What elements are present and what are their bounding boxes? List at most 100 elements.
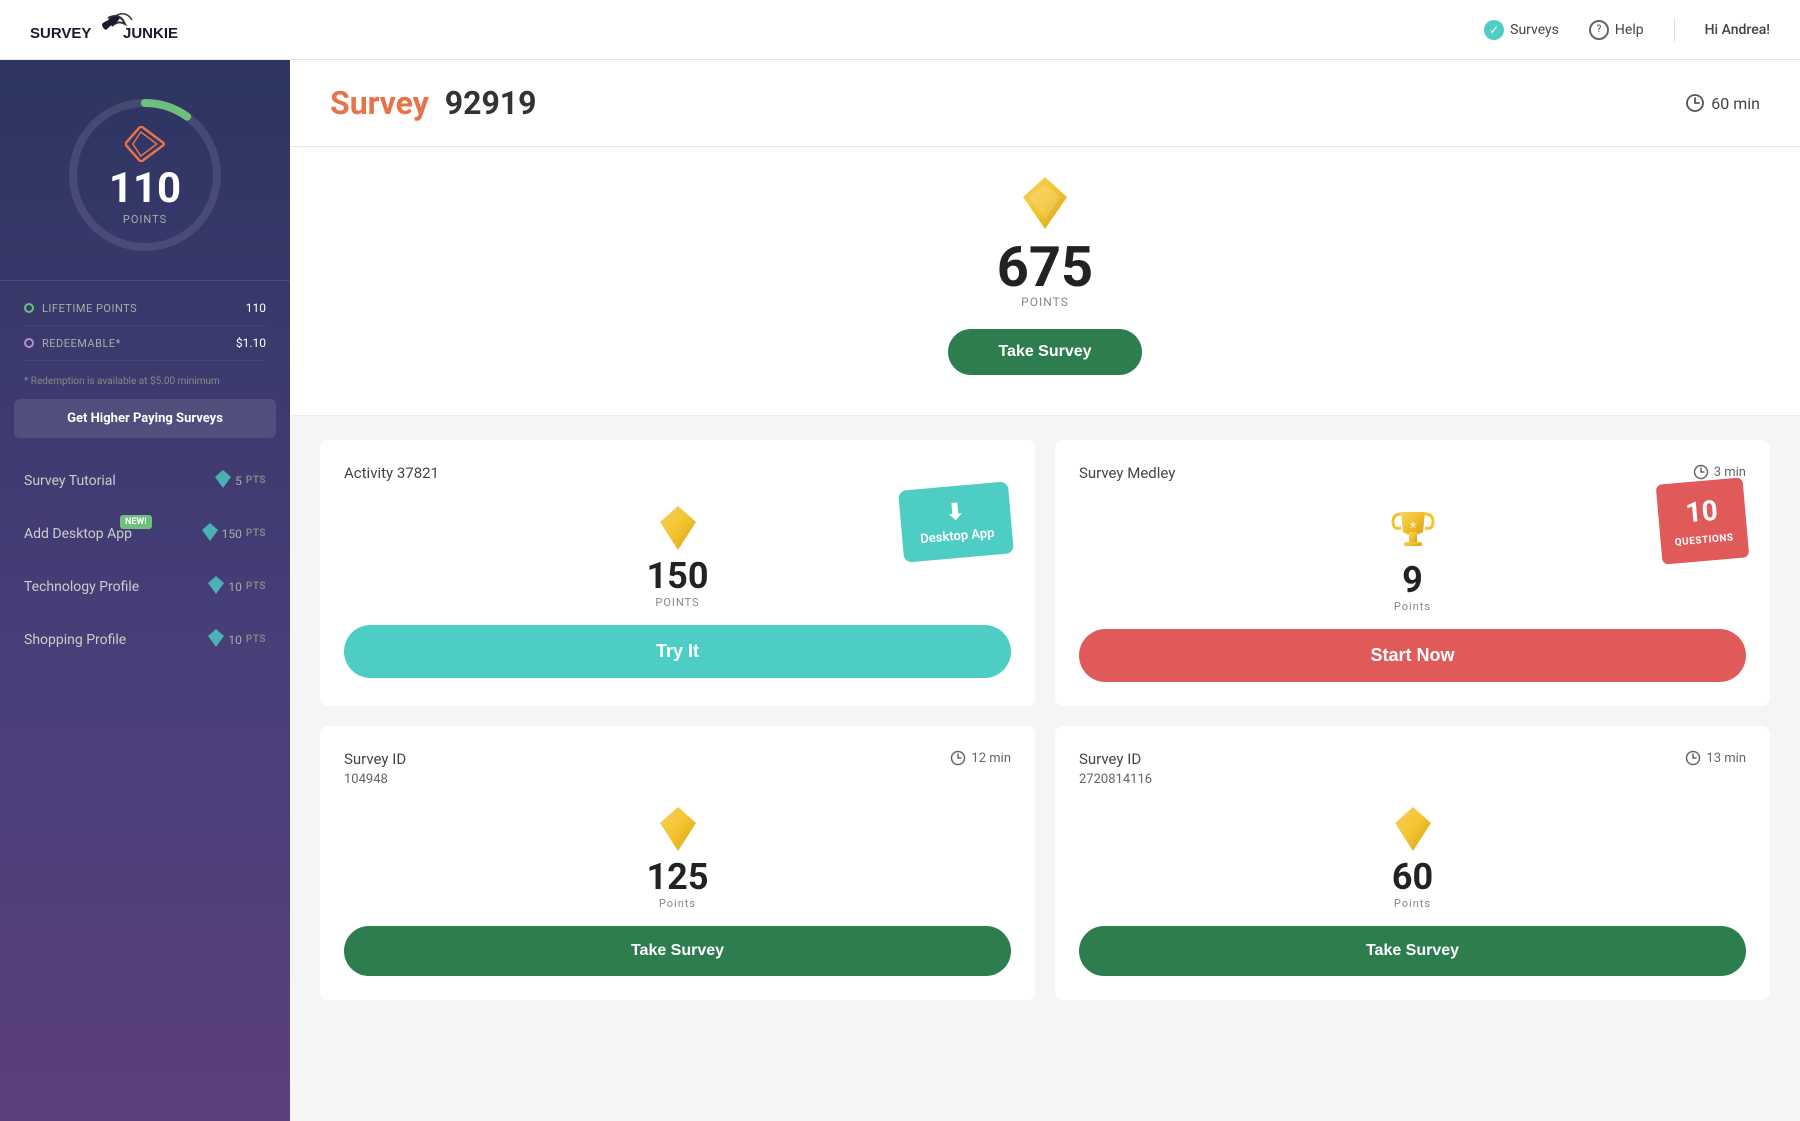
help-globe-icon: ? xyxy=(1589,20,1609,40)
medley-time-value: 3 min xyxy=(1714,465,1746,480)
redeemable-label: REDEEMABLE* xyxy=(24,337,121,350)
header-nav: ✓ Surveys ? Help Hi Andrea! xyxy=(1484,18,1770,42)
survey2-clock-icon xyxy=(1685,750,1701,766)
try-it-button[interactable]: Try It xyxy=(344,625,1011,678)
redemption-note: * Redemption is available at $5.00 minim… xyxy=(0,371,290,399)
surveys-nav-label: Surveys xyxy=(1510,22,1559,38)
shopping-label: Shopping Profile xyxy=(24,632,126,648)
survey2-card-title: Survey ID xyxy=(1079,750,1746,768)
sidebar: 110 POINTS LIFETIME POINTS 110 REDEEMABL… xyxy=(0,60,290,1121)
desktop-pts: 150 PTS xyxy=(202,523,266,544)
sidebar-item-shopping[interactable]: Shopping Profile 10 PTS xyxy=(0,613,290,666)
sidebar-diamond-icon xyxy=(127,124,163,164)
medley-trophy-icon: ★ xyxy=(1391,506,1435,554)
help-nav[interactable]: ? Help xyxy=(1589,20,1644,40)
survey-time: 60 min xyxy=(1685,93,1760,113)
clock-icon xyxy=(1685,93,1705,113)
survey1-card-points: 125 Points xyxy=(344,787,1011,926)
redeemable-value: $1.10 xyxy=(236,336,266,350)
activity-points-num: 150 xyxy=(647,558,709,594)
desktop-badge-text: Desktop App xyxy=(919,526,994,547)
sidebar-item-tech[interactable]: Technology Profile 10 PTS xyxy=(0,560,290,613)
survey-title-dark: 92919 xyxy=(437,84,537,122)
shopping-pts: 10 PTS xyxy=(208,629,266,650)
tech-diamond-icon xyxy=(208,576,224,597)
tech-label: Technology Profile xyxy=(24,579,139,595)
new-badge: NEW! xyxy=(120,515,152,529)
surveys-check-icon: ✓ xyxy=(1484,20,1504,40)
lifetime-label: LIFETIME POINTS xyxy=(24,302,137,315)
survey-time-value: 60 min xyxy=(1711,94,1760,113)
activity-card-points: 150 POINTS ⬇ Desktop App xyxy=(344,486,1011,625)
hero-points-num: 675 xyxy=(997,239,1093,295)
header: SURVEY JUNKIE ✓ Surveys ? Help Hi Andrea… xyxy=(0,0,1800,60)
hero-take-survey-button[interactable]: Take Survey xyxy=(948,329,1141,375)
redeemable-stat-row: REDEEMABLE* $1.10 xyxy=(24,326,266,361)
stats-area: LIFETIME POINTS 110 REDEEMABLE* $1.10 xyxy=(0,280,290,371)
survey-header: Survey 92919 60 min xyxy=(290,60,1800,147)
tech-pts: 10 PTS xyxy=(208,576,266,597)
survey1-clock-icon xyxy=(950,750,966,766)
survey1-time-value: 12 min xyxy=(971,751,1011,766)
card-survey2: Survey ID 2720814116 13 min xyxy=(1055,726,1770,1000)
lifetime-stat-row: LIFETIME POINTS 110 xyxy=(24,291,266,326)
start-now-button[interactable]: Start Now xyxy=(1079,629,1746,682)
lifetime-value: 110 xyxy=(246,301,266,315)
surveys-nav[interactable]: ✓ Surveys xyxy=(1484,20,1559,40)
survey1-points-label: Points xyxy=(659,897,696,910)
survey2-card-points: 60 Points xyxy=(1079,787,1746,926)
medley-card-points: ★ 9 Points 10 QUESTIONS xyxy=(1079,486,1746,629)
questions-label: QUESTIONS xyxy=(1674,532,1734,548)
header-divider xyxy=(1674,18,1675,42)
svg-text:SURVEY: SURVEY xyxy=(30,25,91,42)
desktop-label: Add Desktop App xyxy=(24,526,132,542)
page-title: Survey 92919 xyxy=(330,84,537,122)
sidebar-item-tutorial[interactable]: Survey Tutorial 5 PTS xyxy=(0,454,290,507)
points-circle-area: 110 POINTS xyxy=(0,60,290,280)
shopping-diamond-icon xyxy=(208,629,224,650)
hero-diamond-icon xyxy=(1023,177,1067,229)
card-medley: Survey Medley 3 min xyxy=(1055,440,1770,706)
tutorial-diamond-icon xyxy=(215,470,231,491)
sidebar-item-tutorial-left: Survey Tutorial xyxy=(24,473,116,489)
main-content: Survey 92919 60 min xyxy=(290,60,1800,1121)
medley-points-label: Points xyxy=(1394,600,1431,613)
questions-badge: 10 QUESTIONS xyxy=(1656,477,1750,564)
logo-svg: SURVEY JUNKIE xyxy=(30,10,190,50)
circle-inner: 110 POINTS xyxy=(109,124,181,226)
circle-points-label: POINTS xyxy=(109,213,181,226)
redeemable-dot xyxy=(24,338,34,348)
desktop-badge-icon: ⬇ xyxy=(917,497,993,528)
medley-clock-icon xyxy=(1693,464,1709,480)
desktop-diamond-icon xyxy=(202,523,218,544)
survey2-take-survey-button[interactable]: Take Survey xyxy=(1079,926,1746,976)
survey2-card-time: 13 min xyxy=(1685,750,1746,766)
get-higher-button[interactable]: Get Higher Paying Surveys xyxy=(14,399,276,438)
hero-points-label: POINTS xyxy=(1021,295,1069,309)
svg-text:★: ★ xyxy=(1408,520,1417,531)
tutorial-pts: 5 PTS xyxy=(215,470,266,491)
activity-card-title: Activity 37821 xyxy=(344,464,1011,482)
help-nav-label: Help xyxy=(1615,22,1644,38)
sidebar-item-tech-left: Technology Profile xyxy=(24,579,139,595)
survey2-points-num: 60 xyxy=(1392,859,1433,895)
sidebar-item-desktop[interactable]: NEW! Add Desktop App 150 PTS xyxy=(0,507,290,560)
survey1-card-title: Survey ID xyxy=(344,750,1011,768)
svg-text:JUNKIE: JUNKIE xyxy=(123,25,178,42)
cards-grid: Activity 37821 xyxy=(290,416,1800,1024)
sidebar-item-desktop-left: Add Desktop App xyxy=(24,526,132,542)
activity-points-label: POINTS xyxy=(655,596,699,609)
survey1-take-survey-button[interactable]: Take Survey xyxy=(344,926,1011,976)
medley-card-title: Survey Medley xyxy=(1079,464,1746,482)
survey1-card-id: 104948 xyxy=(344,772,1011,787)
survey2-points-label: Points xyxy=(1394,897,1431,910)
main-layout: 110 POINTS LIFETIME POINTS 110 REDEEMABL… xyxy=(0,60,1800,1121)
header-greeting: Hi Andrea! xyxy=(1705,22,1770,38)
survey2-time-value: 13 min xyxy=(1706,751,1746,766)
sidebar-item-shopping-left: Shopping Profile xyxy=(24,632,126,648)
survey2-card-id: 2720814116 xyxy=(1079,772,1746,787)
survey1-points-num: 125 xyxy=(647,859,709,895)
medley-points-num: 9 xyxy=(1402,562,1423,598)
circle-points-num: 110 xyxy=(109,168,181,210)
points-circle: 110 POINTS xyxy=(60,90,230,260)
